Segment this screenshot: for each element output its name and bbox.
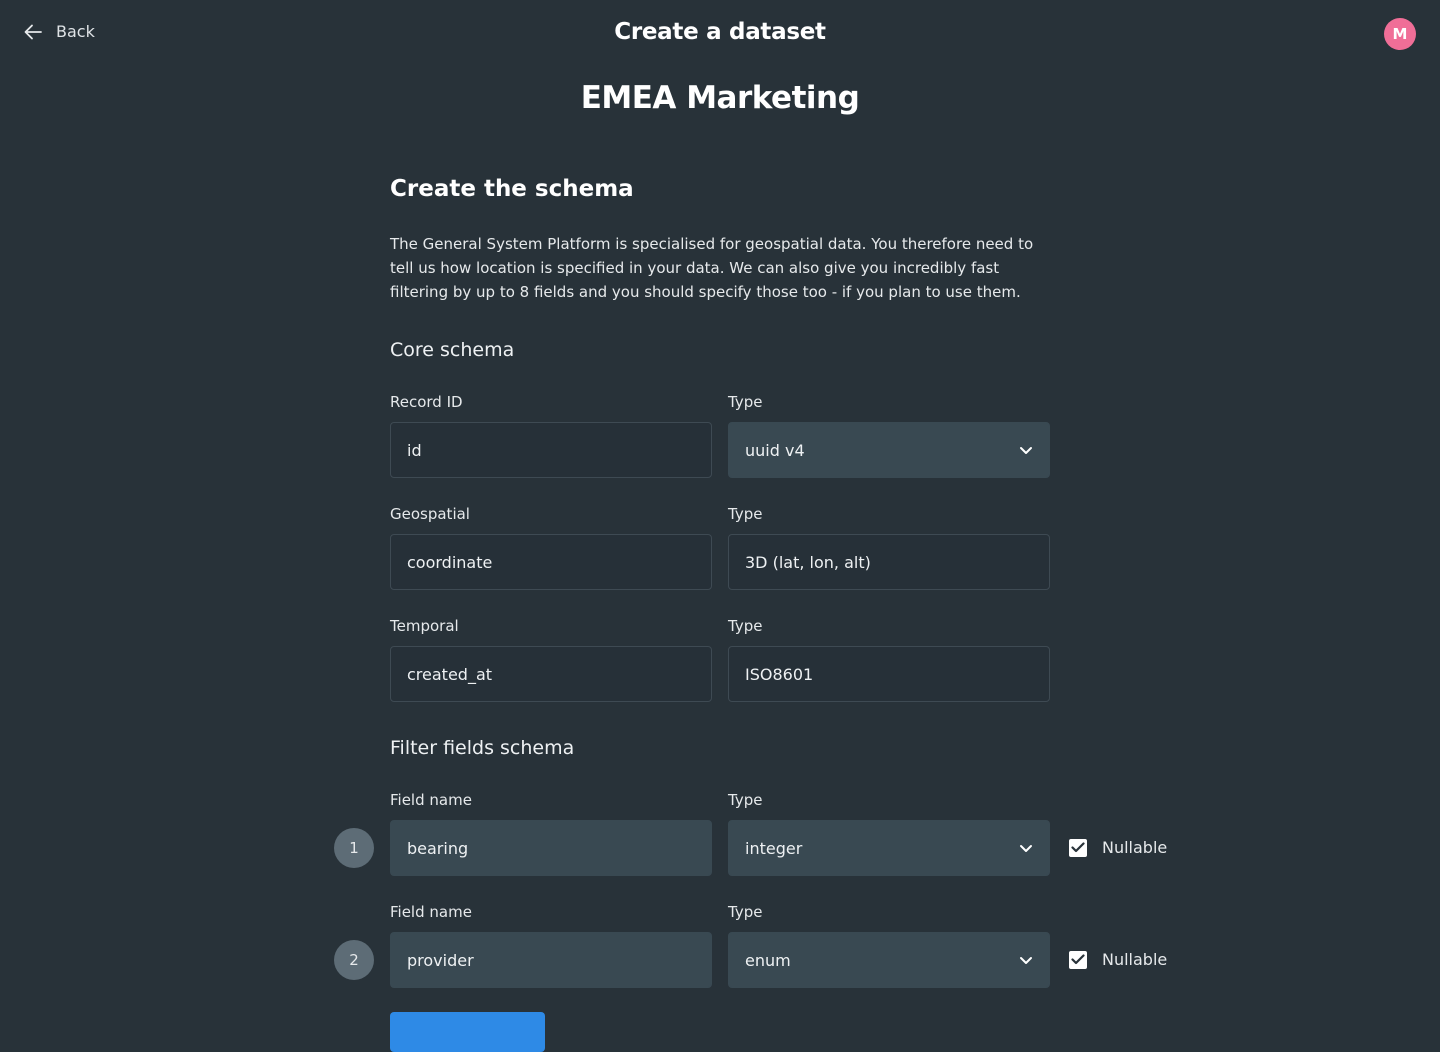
- record-id-type-label: Type: [728, 393, 763, 411]
- filter-field-name-value: provider: [407, 950, 474, 970]
- filter-schema-heading: Filter fields schema: [390, 737, 575, 759]
- schema-title: Create the schema: [390, 176, 634, 202]
- field-name-label: Field name: [390, 791, 472, 809]
- filter-field-name-input[interactable]: bearing: [390, 820, 712, 876]
- core-schema-heading: Core schema: [390, 339, 515, 361]
- filter-field-type-select[interactable]: enum: [728, 932, 1050, 988]
- temporal-label: Temporal: [390, 617, 459, 635]
- geospatial-type-input[interactable]: 3D (lat, lon, alt): [728, 534, 1050, 590]
- chevron-down-icon: [1019, 446, 1033, 455]
- filter-field-name-value: bearing: [407, 838, 469, 858]
- chevron-down-icon: [1019, 956, 1033, 965]
- temporal-type-label: Type: [728, 617, 763, 635]
- temporal-type-input[interactable]: ISO8601: [728, 646, 1050, 702]
- chevron-down-icon: [1019, 844, 1033, 853]
- primary-button[interactable]: [390, 1012, 545, 1052]
- geospatial-value: coordinate: [407, 552, 493, 572]
- record-id-type-value: uuid v4: [745, 440, 805, 460]
- field-type-label: Type: [728, 791, 763, 809]
- geospatial-type-value: 3D (lat, lon, alt): [745, 552, 871, 572]
- record-id-input[interactable]: id: [390, 422, 712, 478]
- field-number-badge: 2: [334, 940, 374, 980]
- filter-field-type-value: integer: [745, 838, 803, 858]
- avatar[interactable]: M: [1384, 18, 1416, 50]
- filter-field-type-select[interactable]: integer: [728, 820, 1050, 876]
- geospatial-input[interactable]: coordinate: [390, 534, 712, 590]
- record-id-type-select[interactable]: uuid v4: [728, 422, 1050, 478]
- schema-description: The General System Platform is specialis…: [390, 235, 1034, 301]
- record-id-value: id: [407, 440, 422, 460]
- geospatial-label: Geospatial: [390, 505, 470, 523]
- nullable-checkbox[interactable]: Nullable: [1069, 838, 1167, 857]
- nullable-label: Nullable: [1102, 950, 1168, 969]
- record-id-label: Record ID: [390, 393, 463, 411]
- top-bar: Back Create a dataset M: [0, 0, 1440, 68]
- page-title: Create a dataset: [614, 19, 826, 45]
- nullable-checkbox[interactable]: Nullable: [1069, 950, 1167, 969]
- nullable-label: Nullable: [1102, 838, 1168, 857]
- field-type-label: Type: [728, 903, 763, 921]
- geospatial-type-label: Type: [728, 505, 763, 523]
- dataset-name: EMEA Marketing: [580, 80, 860, 116]
- temporal-type-value: ISO8601: [745, 664, 814, 684]
- filter-field-name-input[interactable]: provider: [390, 932, 712, 988]
- field-name-label: Field name: [390, 903, 472, 921]
- checkmark-icon: [1069, 950, 1087, 969]
- field-number-badge: 1: [334, 828, 374, 868]
- temporal-value: created_at: [407, 664, 493, 684]
- temporal-input[interactable]: created_at: [390, 646, 712, 702]
- checkmark-icon: [1069, 838, 1087, 857]
- filter-field-type-value: enum: [745, 950, 791, 970]
